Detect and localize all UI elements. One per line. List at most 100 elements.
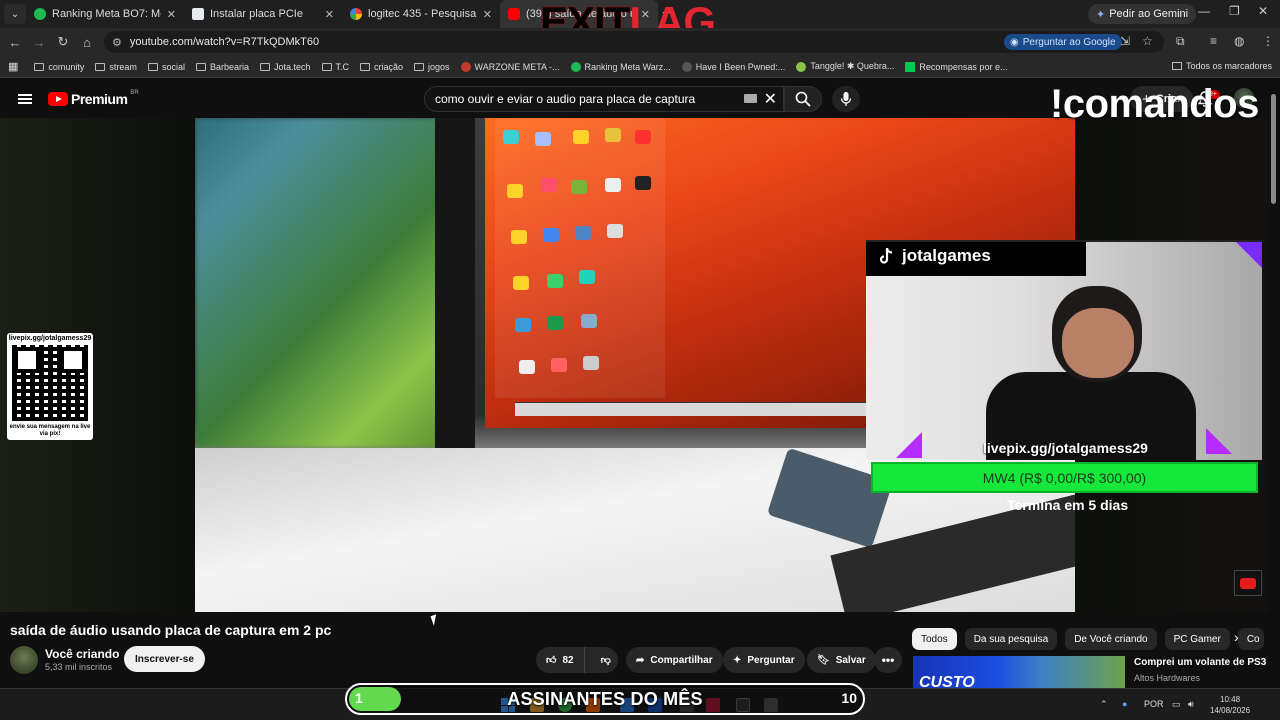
back-arrow-icon[interactable]: ←	[3, 35, 27, 50]
recommendation-title[interactable]: Comprei um volante de PS3	[1134, 657, 1266, 668]
subscribers-goal: 10	[841, 690, 857, 706]
reading-list-icon[interactable]: ≡	[1210, 34, 1217, 48]
page-scrollbar[interactable]	[1268, 80, 1280, 688]
close-icon[interactable]: ✕	[325, 8, 334, 21]
desktop-icon	[547, 274, 563, 288]
bookmark-folder[interactable]: Jota.tech	[259, 62, 311, 72]
hamburger-menu-icon[interactable]	[18, 94, 32, 104]
chip-from-search[interactable]: Da sua pesquisa	[964, 628, 1058, 650]
close-window-button[interactable]: ✕	[1258, 4, 1268, 18]
site-info-icon[interactable]: ⚙	[112, 36, 122, 49]
network-icon[interactable]: ▭	[1172, 699, 1181, 710]
volume-icon[interactable]: 🔊︎	[1188, 699, 1194, 710]
ask-google-button[interactable]: ◉ Perguntar ao Google	[1004, 34, 1122, 50]
region-code: BR	[130, 90, 139, 96]
bookmark-folder[interactable]: social	[147, 62, 185, 72]
browser-tab[interactable]: logitec 435 - Pesquisa Google ✕	[342, 0, 500, 28]
livepix-qr-card: livepix.gg/jotalgamess29 envie sua mensa…	[7, 333, 93, 440]
input-language[interactable]: POR	[1144, 699, 1164, 709]
more-actions-button[interactable]: •••	[874, 647, 902, 673]
search-input[interactable]: como ouvir e eviar o audio para placa de…	[424, 86, 784, 112]
youtube-logo[interactable]: Premium BR	[48, 90, 139, 107]
ask-button[interactable]: ✦ Perguntar	[723, 647, 805, 673]
apps-grid-icon[interactable]: ▦	[8, 60, 18, 73]
minimize-button[interactable]: —	[1198, 4, 1210, 18]
bookmark-icon: 🔖︎	[817, 654, 830, 666]
livepix-url: livepix.gg/jotalgamess29	[983, 440, 1148, 456]
bookmark-link[interactable]: Tanggle! ✱ Quebra...	[796, 61, 894, 72]
keyboard-icon[interactable]	[744, 94, 757, 103]
all-bookmarks-button[interactable]: Todos os marcadores	[1171, 61, 1272, 71]
share-button[interactable]: ➦ Compartilhar	[626, 647, 723, 673]
voice-search-button[interactable]	[832, 86, 860, 112]
bookmark-link[interactable]: Have I Been Pwned:...	[681, 61, 785, 72]
desktop-icon	[581, 314, 597, 328]
system-clock[interactable]: 10:48 14/08/2026	[1210, 694, 1250, 716]
close-icon[interactable]: ✕	[483, 8, 492, 21]
thumbnail-text: CUSTO	[919, 674, 975, 688]
desktop-icon	[541, 178, 557, 192]
install-app-icon[interactable]: ⇲	[1120, 34, 1130, 48]
profile-icon[interactable]: ◍	[1234, 34, 1244, 48]
tray-app-icon[interactable]: ●	[1122, 699, 1127, 709]
purple-triangle-decoration	[1206, 428, 1232, 454]
bookmarks-bar: ▦ comunity stream social Barbearia Jota.…	[0, 56, 1280, 78]
url-text: youtube.com/watch?v=R7TkQDMkT60	[129, 36, 320, 48]
bookmark-folder[interactable]: jogos	[414, 62, 450, 72]
tiktok-handle: jotalgames	[902, 246, 991, 265]
maximize-button[interactable]: ❐	[1229, 4, 1240, 18]
chip-all[interactable]: Todos	[912, 628, 957, 650]
desktop-icon	[507, 184, 523, 198]
gemini-icon: ✦	[1096, 8, 1106, 21]
recommendation-channel[interactable]: Altos Hardwares	[1134, 673, 1200, 683]
bookmark-link[interactable]: WARZONE META -...	[460, 61, 560, 72]
bookmark-folder[interactable]: comunity	[34, 62, 84, 72]
forward-arrow-icon[interactable]: →	[27, 35, 51, 50]
sparkle-icon: ✦	[733, 654, 742, 666]
channel-avatar[interactable]	[10, 646, 38, 674]
ask-gemini-button[interactable]: ✦ Pedir ao Gemini	[1088, 4, 1197, 24]
folder-icon	[259, 62, 270, 71]
browser-tab[interactable]: Ranking Meta BO7: Melhores C ✕	[26, 0, 184, 28]
tab-favicon-icon	[34, 8, 46, 20]
clear-search-icon[interactable]: ✕	[764, 89, 777, 109]
close-icon[interactable]: ✕	[167, 8, 176, 21]
extensions-icon[interactable]: ⧉	[1176, 34, 1185, 49]
search-button[interactable]	[784, 86, 822, 112]
tanggle-favicon-icon	[796, 61, 807, 72]
tab-favicon-icon	[192, 8, 204, 20]
chip-pc-gamer[interactable]: PC Gamer	[1164, 628, 1230, 650]
bookmark-star-icon[interactable]: ☆	[1142, 34, 1153, 48]
save-button[interactable]: 🔖︎ Salvar	[807, 647, 876, 673]
bookmark-folder[interactable]: criação	[360, 62, 403, 72]
browser-tab[interactable]: Instalar placa PCIe ✕	[184, 0, 342, 28]
recommendation-thumbnail[interactable]: CUSTO	[913, 656, 1125, 688]
ask-label: Perguntar	[747, 654, 795, 666]
bookmark-folder[interactable]: T.C	[321, 62, 349, 72]
dislike-button[interactable]: 👎︎	[591, 654, 621, 666]
scrollbar-thumb[interactable]	[1271, 94, 1276, 204]
bookmark-folder[interactable]: Barbearia	[195, 62, 249, 72]
bookmark-folder[interactable]: stream	[95, 62, 137, 72]
left-monitor-image	[195, 118, 455, 448]
bookmark-link[interactable]: Recompensas por e...	[905, 61, 1007, 72]
desktop-icon	[579, 270, 595, 284]
reload-icon[interactable]: ↻	[51, 34, 75, 50]
channel-watermark-icon[interactable]	[1234, 570, 1262, 596]
desktop-icon	[583, 356, 599, 370]
tray-chevron-icon[interactable]: ⌃	[1100, 699, 1108, 710]
folder-icon	[95, 62, 106, 71]
tab-search-button[interactable]: ⌄	[4, 4, 26, 24]
chevron-right-icon[interactable]: ›	[1234, 629, 1239, 645]
chip-truncated[interactable]: Co	[1237, 628, 1264, 650]
kebab-menu-icon[interactable]: ⋮	[1262, 34, 1274, 48]
subscribe-button[interactable]: Inscrever-se	[124, 646, 205, 672]
commands-overlay-text: !comandos	[1050, 82, 1259, 126]
ask-gemini-label: Pedir ao Gemini	[1109, 8, 1189, 20]
like-button[interactable]: 👍︎ 82	[536, 647, 585, 673]
channel-name[interactable]: Você criando	[45, 647, 119, 661]
home-icon[interactable]: ⌂	[75, 35, 99, 50]
chip-from-channel[interactable]: De Você criando	[1065, 628, 1157, 650]
bookmark-link[interactable]: Ranking Meta Warz...	[570, 61, 671, 72]
desktop-icon	[535, 132, 551, 146]
